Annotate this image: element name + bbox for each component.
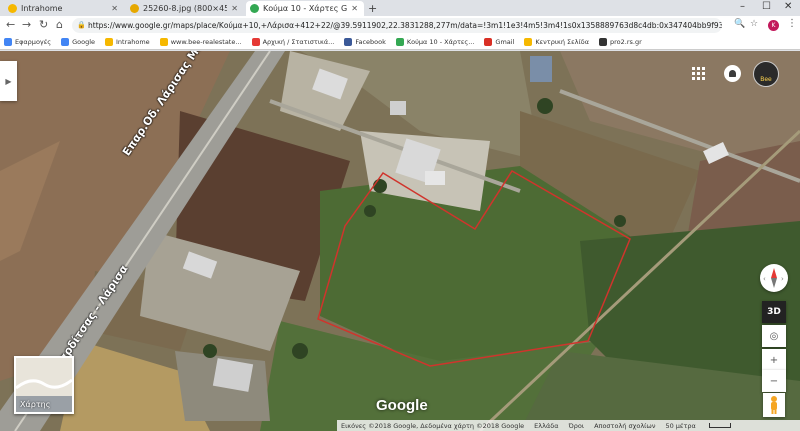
intrahome-favicon-icon — [8, 4, 17, 13]
tab-label: Intrahome — [21, 4, 63, 13]
minimize-button[interactable]: – — [740, 1, 745, 12]
svg-text:›: › — [781, 275, 784, 283]
google-icon — [61, 38, 70, 46]
compass-control[interactable]: ‹ › — [760, 264, 788, 292]
bookmark-intrahome[interactable]: Intrahome — [105, 38, 150, 46]
layer-label: Χάρτης — [20, 400, 51, 409]
bookmark-bee-realestate[interactable]: www.bee-realestate... — [159, 38, 242, 46]
home-page-icon — [524, 38, 533, 46]
bookmark-label: Αρχική / Στατιστικά... — [262, 38, 335, 46]
notifications-bell-icon[interactable] — [724, 65, 741, 82]
country-label: Ελλάδα — [534, 421, 559, 430]
new-tab-button[interactable]: + — [368, 2, 377, 15]
satellite-map[interactable]: Επαρ.Οδ. Λάρισας Μαυροβουνίου ΕΟ Καρδίτσ… — [0, 51, 800, 431]
forward-button[interactable]: → — [22, 18, 31, 31]
scale-bar — [708, 422, 731, 428]
tab-strip: Intrahome ✕ 25260-8.jpg (800×450) ✕ Κούμ… — [0, 0, 800, 16]
lock-icon: 🔒 — [77, 21, 86, 29]
stats-icon — [251, 38, 260, 46]
bookmark-label: Κούμα 10 - Χάρτες... — [406, 38, 475, 46]
my-location-button[interactable]: ◎ — [762, 325, 786, 347]
svg-text:‹: ‹ — [763, 275, 766, 283]
maps-favicon-icon — [250, 4, 259, 13]
bookmark-label: Intrahome — [116, 38, 150, 46]
bookmark-label: Gmail — [495, 38, 515, 46]
bookmarks-bar: Εφαρμογές Google Intrahome www.bee-reale… — [0, 35, 800, 50]
tab-label: 25260-8.jpg (800×450) — [143, 4, 228, 13]
browser-menu-icon[interactable]: ⋮ — [787, 18, 797, 29]
account-avatar[interactable]: Bee — [753, 61, 779, 87]
tab-google-maps[interactable]: Κούμα 10 - Χάρτες Google ✕ — [246, 1, 364, 16]
bookmark-label: Facebook — [355, 38, 386, 46]
bookmark-label: www.bee-realestate... — [170, 38, 242, 46]
feedback-link[interactable]: Αποστολή σχολίων — [594, 422, 655, 430]
bookmark-label: Google — [72, 38, 96, 46]
address-bar[interactable]: 🔒 https://www.google.gr/maps/place/Κούμα… — [72, 18, 722, 33]
bookmark-label: Εφαρμογές — [15, 38, 52, 46]
zoom-in-button[interactable]: + — [762, 349, 786, 371]
tab-close-icon[interactable]: ✕ — [111, 4, 118, 13]
expand-side-panel-button[interactable]: ▶ — [0, 61, 17, 101]
tab-image[interactable]: 25260-8.jpg (800×450) ✕ — [126, 1, 244, 16]
street-view-pegman[interactable] — [763, 393, 785, 417]
bee-icon — [159, 38, 168, 46]
facebook-icon — [344, 38, 353, 46]
intrahome-icon — [105, 38, 114, 46]
reload-button[interactable]: ↻ — [39, 18, 48, 31]
url-text: https://www.google.gr/maps/place/Κούμα+1… — [88, 21, 722, 30]
bookmark-star-icon[interactable]: ☆ — [750, 19, 758, 29]
bookmark-pro2[interactable]: pro2.rs.gr — [598, 38, 642, 46]
bookmark-home-page[interactable]: Κεντρική Σελίδα — [524, 38, 589, 46]
google-logo: Google — [376, 397, 428, 414]
scale-text: 50 μέτρα — [665, 421, 696, 430]
terms-link[interactable]: Όροι — [569, 422, 585, 430]
map-layer-switcher[interactable]: Χάρτης — [14, 356, 74, 414]
home-button[interactable]: ⌂ — [56, 18, 63, 31]
zoom-out-button[interactable]: − — [762, 370, 786, 392]
address-row: ← → ↻ ⌂ 🔒 https://www.google.gr/maps/pla… — [0, 16, 800, 35]
bookmark-apps[interactable]: Εφαρμογές — [4, 38, 51, 46]
bookmark-maps[interactable]: Κούμα 10 - Χάρτες... — [395, 38, 475, 46]
bookmark-facebook[interactable]: Facebook — [344, 38, 386, 46]
tab-close-icon[interactable]: ✕ — [231, 4, 238, 13]
close-window-button[interactable]: ✕ — [784, 1, 792, 12]
scale-label[interactable]: 50 μέτρα — [665, 422, 740, 430]
profile-avatar[interactable]: K — [768, 20, 779, 31]
bookmark-label: Κεντρική Σελίδα — [535, 38, 589, 46]
search-icon[interactable]: 🔍 — [734, 19, 745, 29]
compass-icon: ‹ › — [763, 268, 784, 288]
maximize-button[interactable]: ☐ — [762, 1, 771, 12]
3d-toggle-button[interactable]: 3D — [762, 301, 786, 323]
satellite-imagery — [0, 51, 800, 431]
pegman-icon — [771, 396, 777, 414]
tab-label: Κούμα 10 - Χάρτες Google — [263, 4, 348, 13]
back-button[interactable]: ← — [6, 18, 15, 31]
bookmark-google[interactable]: Google — [61, 38, 95, 46]
gmail-icon — [484, 38, 493, 46]
google-apps-icon[interactable] — [692, 67, 706, 81]
bookmark-gmail[interactable]: Gmail — [484, 38, 514, 46]
bookmark-stats[interactable]: Αρχική / Στατιστικά... — [251, 38, 335, 46]
image-favicon-icon — [130, 4, 139, 13]
map-footer: Εικόνες ©2018 Google, Δεδομένα χάρτη ©20… — [337, 420, 800, 431]
imagery-attribution: Εικόνες ©2018 Google, Δεδομένα χάρτη ©20… — [341, 421, 525, 430]
pro2-icon — [598, 38, 607, 46]
bookmark-label: pro2.rs.gr — [609, 38, 642, 46]
apps-grid-icon — [4, 38, 12, 46]
tab-close-icon[interactable]: ✕ — [351, 4, 358, 13]
tab-intrahome[interactable]: Intrahome ✕ — [4, 1, 124, 16]
maps-icon — [395, 38, 404, 46]
